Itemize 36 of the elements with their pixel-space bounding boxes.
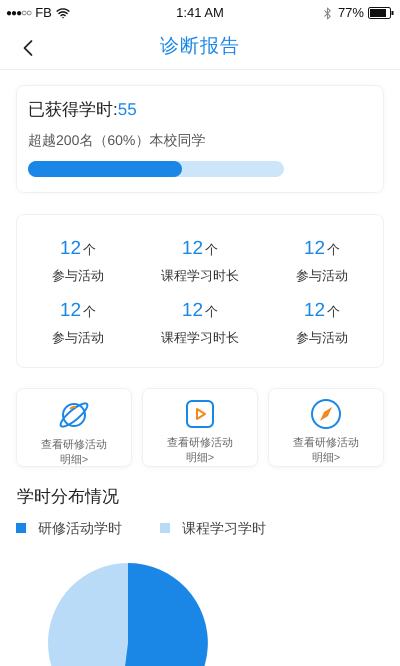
stat-value: 12	[60, 299, 82, 323]
detail-card[interactable]: 查看研修活动 明细>	[268, 388, 384, 467]
battery-icon	[368, 7, 394, 19]
detail-card[interactable]: 查看研修活动 明细>	[16, 388, 132, 467]
signal-strength: ●●●○○	[6, 6, 32, 20]
stat-unit: 个	[83, 303, 96, 321]
section-title: 学时分布情况	[17, 486, 120, 508]
legend-label: 研修活动学时	[38, 518, 122, 538]
compass-icon	[310, 398, 342, 430]
hours-value: 55	[118, 99, 137, 121]
stat-value: 12	[182, 237, 204, 261]
stat-label: 参与活动	[52, 328, 104, 346]
stat-label: 参与活动	[52, 266, 104, 284]
stat-unit: 个	[205, 303, 218, 321]
wifi-icon	[56, 6, 70, 20]
stat-label: 课程学习时长	[161, 328, 239, 346]
stat-value: 12	[60, 237, 82, 261]
stat-label: 课程学习时长	[161, 266, 239, 284]
stat-value: 12	[304, 237, 326, 261]
stat-label: 参与活动	[296, 266, 348, 284]
page-title: 诊断报告	[160, 35, 240, 60]
stat-value: 12	[182, 299, 204, 323]
stat-label: 参与活动	[296, 328, 348, 346]
stat-unit: 个	[327, 303, 340, 321]
stat-unit: 个	[327, 241, 340, 259]
detail-card[interactable]: 查看研修活动 明细>	[142, 388, 258, 467]
play-icon	[185, 399, 215, 429]
carrier-name: FB	[35, 4, 52, 22]
status-time: 1:41 AM	[176, 4, 224, 22]
legend-label: 课程学习学时	[182, 518, 266, 538]
hours-label: 已获得学时:	[28, 99, 118, 121]
rank-text: 超越200名（60%）本校同学	[28, 130, 206, 150]
stat-unit: 个	[83, 241, 96, 259]
stat-unit: 个	[205, 241, 218, 259]
battery-percent: 77%	[338, 4, 364, 22]
stat-value: 12	[304, 299, 326, 323]
